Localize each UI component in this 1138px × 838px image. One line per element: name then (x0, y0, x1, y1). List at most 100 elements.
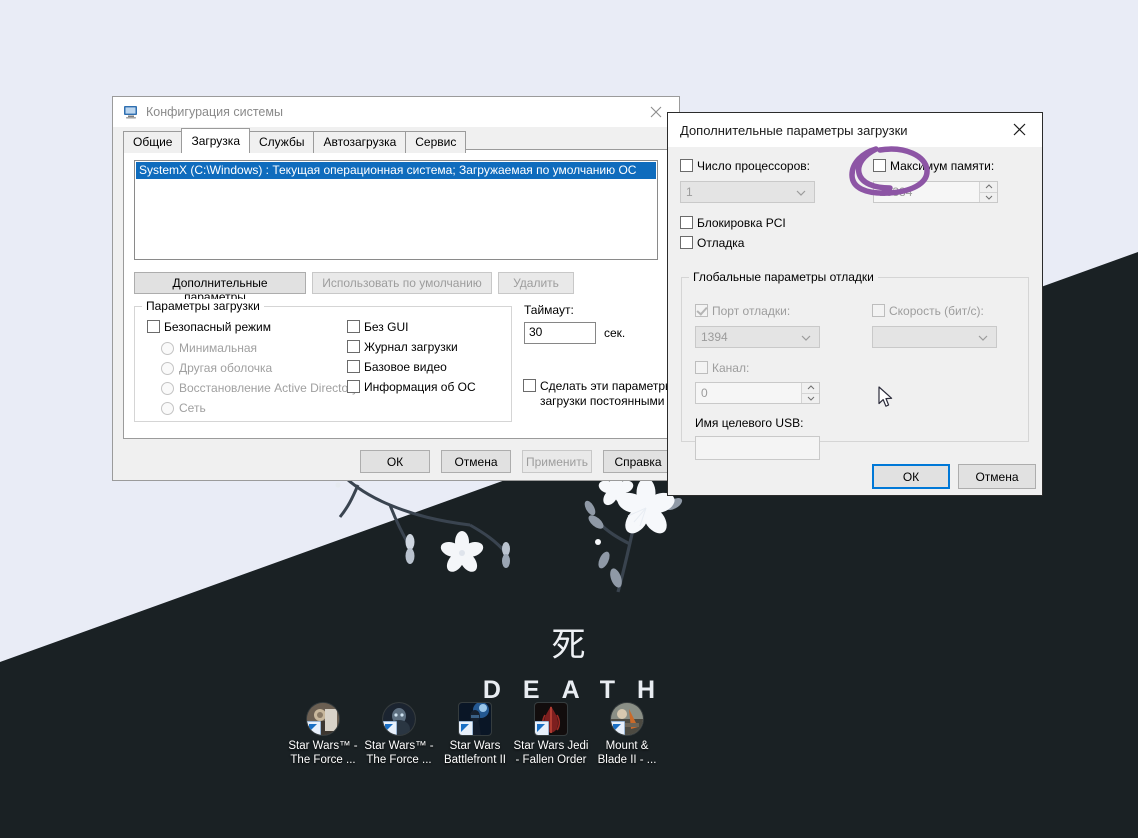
os-list-item-selected[interactable]: SystemX (C:\Windows) : Текущая операцион… (136, 162, 656, 179)
number-of-processors-dropdown: 1 (680, 181, 815, 203)
maximum-memory-checkbox[interactable]: Максимум памяти: (873, 159, 994, 173)
tab-servis[interactable]: Сервис (405, 131, 467, 153)
window-title: Конфигурация системы (146, 105, 283, 119)
safe-mode-checkbox[interactable]: Безопасный режим (147, 320, 271, 334)
debug-port-dropdown: 1394 (695, 326, 820, 348)
shortcut-arrow-icon (611, 721, 625, 735)
desktop-icon-star-wars-battlefront-2[interactable]: Star Wars Battlefront II (437, 703, 513, 767)
mouse-cursor (878, 386, 893, 407)
timeout-input[interactable]: 30 (524, 322, 596, 344)
dialog-cancel-button[interactable]: Отмена (958, 464, 1036, 489)
radio-circle (161, 341, 174, 355)
baud-rate-checkbox: Скорость (бит/с): (872, 304, 984, 318)
spinner-buttons (979, 182, 997, 202)
base-video-checkbox[interactable]: Базовое видео (347, 360, 447, 374)
tab-avtozagruzka[interactable]: Автозагрузка (313, 131, 407, 153)
debug-checkbox[interactable]: Отладка (680, 236, 744, 250)
boot-tab-panel: SystemX (C:\Windows) : Текущая операцион… (123, 149, 674, 439)
checkbox-label: Сделать эти параметры загрузки постоянны… (540, 379, 674, 408)
tab-label: Службы (259, 135, 305, 149)
dialog-titlebar[interactable]: Дополнительные параметры загрузки (668, 113, 1042, 147)
dropdown-value: 1394 (701, 330, 728, 344)
radio-circle (161, 361, 174, 375)
checkbox-label: Канал: (712, 361, 750, 375)
boot-log-checkbox[interactable]: Журнал загрузки (347, 340, 458, 354)
desktop-icon-label: Star Wars Battlefront II (443, 740, 506, 766)
radio-network: Сеть (161, 401, 206, 415)
tab-label: Автозагрузка (323, 135, 397, 149)
chevron-down-icon (801, 330, 811, 344)
baud-rate-dropdown (872, 326, 997, 348)
os-boot-information-checkbox[interactable]: Информация об ОС (347, 380, 476, 394)
radio-label: Минимальная (179, 341, 258, 355)
shortcut-arrow-icon (307, 721, 321, 735)
make-boot-settings-permanent-checkbox[interactable]: Сделать эти параметры загрузки постоянны… (523, 379, 679, 409)
checkbox-box (523, 379, 536, 392)
radio-minimal: Минимальная (161, 341, 257, 355)
spinner-value: 0 (701, 386, 708, 400)
desktop-icon-star-wars-force-unleashed-2[interactable]: Star Wars™ - The Force ... (361, 703, 437, 767)
channel-spinner: 0 (695, 382, 820, 404)
spinner-value: 16384 (879, 185, 913, 199)
close-icon[interactable] (996, 113, 1042, 146)
boot-options-group: Параметры загрузки Безопасный режим Мини… (134, 299, 512, 422)
delete-button: Удалить (498, 272, 574, 294)
desktop-icon-mount-and-blade-2[interactable]: Mount & Blade II - ... (589, 703, 665, 767)
cancel-button[interactable]: Отмена (441, 450, 511, 473)
desktop-icon-star-wars-force-unleashed-1[interactable]: Star Wars™ - The Force ... (285, 703, 361, 767)
checkbox-label: Максимум памяти: (890, 159, 995, 173)
tab-zagruzka[interactable]: Загрузка (181, 128, 250, 153)
desktop-icon-star-wars-jedi-fallen-order[interactable]: Star Wars Jedi - Fallen Order (513, 703, 589, 767)
group-title: Параметры загрузки (142, 299, 264, 313)
checkbox-box (347, 340, 360, 353)
window-titlebar[interactable]: Конфигурация системы (113, 97, 679, 127)
checkbox-label: Информация об ОС (364, 380, 476, 394)
checkbox-label: Скорость (бит/с): (889, 304, 984, 318)
tab-obshie[interactable]: Общие (123, 131, 183, 153)
checkbox-box (873, 159, 886, 172)
radio-active-directory-repair: Восстановление Active Directory (161, 381, 358, 395)
checkbox-box (680, 236, 693, 249)
desktop-icon-label: Star Wars Jedi - Fallen Order (513, 740, 589, 766)
game-thumbnail (383, 703, 415, 735)
checkbox-label: Журнал загрузки (364, 340, 458, 354)
checkbox-box (680, 216, 693, 229)
usb-target-name-input[interactable] (695, 436, 820, 460)
os-list[interactable]: SystemX (C:\Windows) : Текущая операцион… (134, 160, 658, 260)
spinner-up-icon (802, 383, 819, 394)
help-button[interactable]: Справка (603, 450, 673, 473)
radio-alternate-shell: Другая оболочка (161, 361, 272, 375)
radio-label: Сеть (179, 401, 206, 415)
system-configuration-window: Конфигурация системы Общие Загрузка Служ… (112, 96, 680, 481)
pci-lock-checkbox[interactable]: Блокировка PCI (680, 216, 786, 230)
checkbox-label: Без GUI (364, 320, 409, 334)
checkbox-box (695, 304, 708, 317)
dialog-ok-button[interactable]: ОК (872, 464, 950, 489)
checkbox-box (347, 360, 360, 373)
ok-button[interactable]: ОК (360, 450, 430, 473)
spinner-up-icon (980, 182, 997, 193)
shortcut-arrow-icon (459, 721, 473, 735)
game-thumbnail (535, 703, 567, 735)
desktop-icon-label: Mount & Blade II - ... (597, 740, 657, 766)
advanced-options-button[interactable]: Дополнительные параметры... (134, 272, 306, 304)
maximum-memory-spinner: 16384 (873, 181, 998, 203)
checkbox-box (680, 159, 693, 172)
number-of-processors-checkbox[interactable]: Число процессоров: (680, 159, 810, 173)
spinner-down-icon (980, 192, 997, 202)
wallpaper-kanji: 死 (551, 625, 587, 665)
computer-icon (123, 104, 139, 120)
advanced-boot-options-dialog: Дополнительные параметры загрузки Число … (667, 112, 1043, 496)
spinner-down-icon (802, 393, 819, 403)
shortcut-arrow-icon (535, 721, 549, 735)
game-thumbnail (611, 703, 643, 735)
debug-port-checkbox: Порт отладки: (695, 304, 790, 318)
no-gui-boot-checkbox[interactable]: Без GUI (347, 320, 408, 334)
channel-checkbox: Канал: (695, 361, 749, 375)
wallpaper-word: DEATH (482, 676, 678, 704)
chevron-down-icon (796, 185, 806, 199)
tab-sluzhby[interactable]: Службы (249, 131, 315, 153)
checkbox-label: Число процессоров: (697, 159, 810, 173)
apply-button: Применить (522, 450, 592, 473)
dropdown-value: 1 (686, 185, 693, 199)
